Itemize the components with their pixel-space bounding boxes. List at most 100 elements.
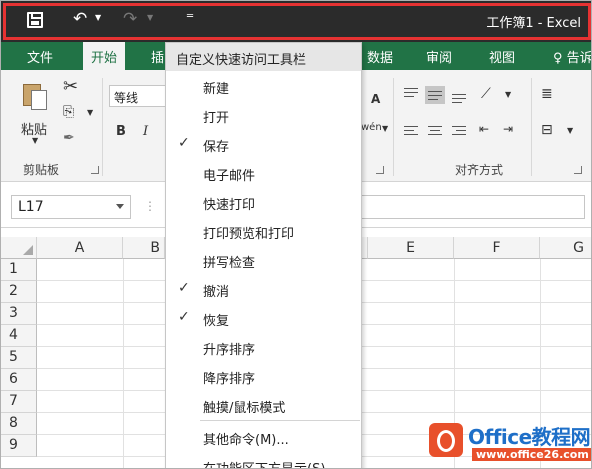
menu-item-show-below-ribbon[interactable]: 在功能区下方显示(S) xyxy=(166,452,361,468)
formula-bar-grip-icon[interactable]: ⋮ xyxy=(144,199,156,213)
font-launcher-icon[interactable] xyxy=(376,166,384,174)
column-header[interactable]: A xyxy=(37,237,123,259)
tab-view[interactable]: 视图 xyxy=(489,47,515,66)
copy-dropdown-icon[interactable]: ▼ xyxy=(87,108,93,117)
menu-item-more-commands[interactable]: 其他命令(M)... xyxy=(166,423,361,452)
tab-tell-me[interactable]: ♀ 告诉 xyxy=(553,47,592,66)
menu-item-label: 电子邮件 xyxy=(203,169,256,184)
row-header[interactable]: 9 xyxy=(1,435,37,457)
row-header[interactable]: 4 xyxy=(1,325,37,347)
menu-item-label: 新建 xyxy=(203,82,230,97)
row-header[interactable]: 1 xyxy=(1,259,37,281)
phonetic-dropdown-icon[interactable]: ▼ xyxy=(382,124,388,133)
menu-item-label: 在功能区下方显示(S) xyxy=(203,458,325,468)
tab-data[interactable]: 数据 xyxy=(367,47,393,66)
customize-qat-menu: 自定义快速访问工具栏 新建 打开 ✓ 保存 电子邮件 快速打印 打印预览和打印 拼… xyxy=(165,42,362,468)
tab-file[interactable]: 文件 xyxy=(27,47,53,66)
decrease-indent-icon[interactable]: ⇤ xyxy=(479,122,489,136)
column-header[interactable]: E xyxy=(368,237,454,259)
italic-button[interactable]: I xyxy=(143,124,148,139)
menu-item-print-preview[interactable]: 打印预览和打印 xyxy=(166,217,361,246)
menu-item-sort-descending[interactable]: 降序排序 xyxy=(166,362,361,391)
middle-align-icon[interactable] xyxy=(425,86,445,104)
menu-item-label: 拼写检查 xyxy=(203,256,256,271)
row-header[interactable]: 6 xyxy=(1,369,37,391)
menu-item-email[interactable]: 电子邮件 xyxy=(166,159,361,188)
cut-icon[interactable]: ✂ xyxy=(63,76,78,97)
column-header[interactable]: F xyxy=(454,237,540,259)
office-logo-icon xyxy=(429,423,463,457)
select-all-corner[interactable] xyxy=(1,237,37,259)
menu-item-label: 打印预览和打印 xyxy=(203,227,295,242)
menu-item-label: 打开 xyxy=(203,111,230,126)
tab-home[interactable]: 开始 xyxy=(83,42,126,70)
format-painter-icon[interactable]: ✒ xyxy=(63,130,75,146)
watermark-url: www.office26.com xyxy=(472,448,591,461)
increase-font-icon[interactable]: A xyxy=(371,92,380,106)
menu-item-label: 快速打印 xyxy=(203,198,256,213)
column-header[interactable]: B xyxy=(123,237,165,259)
wrap-text-icon[interactable]: ≣ xyxy=(541,86,553,102)
menu-item-sort-ascending[interactable]: 升序排序 xyxy=(166,333,361,362)
tell-me-label: 告诉 xyxy=(566,51,592,66)
menu-item-label: 恢复 xyxy=(203,314,230,329)
alignment-launcher-icon[interactable] xyxy=(574,166,582,174)
orientation-dropdown-icon[interactable]: ▼ xyxy=(505,90,511,99)
tab-review[interactable]: 审阅 xyxy=(426,47,452,66)
menu-item-quick-print[interactable]: 快速打印 xyxy=(166,188,361,217)
ribbon-separator xyxy=(393,78,394,176)
highlight-box xyxy=(3,3,591,40)
bottom-align-icon[interactable] xyxy=(449,86,469,104)
copy-icon[interactable]: ⎘ xyxy=(63,104,74,120)
increase-indent-icon[interactable]: ⇥ xyxy=(503,122,513,136)
menu-item-redo[interactable]: ✓ 恢复 xyxy=(166,304,361,333)
menu-item-save[interactable]: ✓ 保存 xyxy=(166,130,361,159)
alignment-group-label: 对齐方式 xyxy=(455,163,504,177)
menu-item-label: 升序排序 xyxy=(203,343,256,358)
excel-window: ↶ ▼ ↷ ▼ ═ 工作簿1 - Excel 文件 开始 插 数据 审阅 视图 … xyxy=(0,0,592,469)
top-align-icon[interactable] xyxy=(401,86,421,104)
menu-item-label: 保存 xyxy=(203,140,230,155)
ribbon-separator xyxy=(531,78,532,176)
chevron-down-icon[interactable] xyxy=(116,204,124,209)
align-left-icon[interactable] xyxy=(401,122,421,140)
row-header[interactable]: 7 xyxy=(1,391,37,413)
merge-dropdown-icon[interactable]: ▼ xyxy=(567,126,573,135)
menu-item-label: 降序排序 xyxy=(203,372,256,387)
menu-header: 自定义快速访问工具栏 xyxy=(166,43,361,71)
orientation-icon[interactable]: ⟋ xyxy=(481,86,491,102)
formula-input[interactable] xyxy=(359,195,585,219)
align-right-icon[interactable] xyxy=(449,122,469,140)
checkmark-icon: ✓ xyxy=(178,309,190,325)
menu-item-spelling[interactable]: 拼写检查 xyxy=(166,246,361,275)
align-center-icon[interactable] xyxy=(425,122,445,140)
ribbon-separator xyxy=(102,78,103,176)
font-name-combo[interactable]: 等线 xyxy=(109,85,167,107)
merge-center-icon[interactable]: ⊟ xyxy=(541,122,553,138)
paste-icon[interactable] xyxy=(23,80,49,110)
grid-line xyxy=(123,259,124,468)
menu-item-touch-mode[interactable]: 触摸/鼠标模式 xyxy=(166,391,361,420)
paste-dropdown-icon[interactable]: ▼ xyxy=(32,136,38,145)
menu-item-new[interactable]: 新建 xyxy=(166,72,361,101)
checkmark-icon: ✓ xyxy=(178,280,190,296)
watermark: Office教程网 www.office26.com xyxy=(426,419,591,468)
row-header[interactable]: 8 xyxy=(1,413,37,435)
name-box[interactable]: L17 xyxy=(11,195,131,219)
tab-insert[interactable]: 插 xyxy=(151,47,164,66)
bold-button[interactable]: B xyxy=(116,124,126,139)
lightbulb-icon: ♀ xyxy=(553,51,563,66)
checkmark-icon: ✓ xyxy=(178,135,190,151)
watermark-name: Office教程网 xyxy=(468,425,591,449)
phonetic-icon[interactable]: wén xyxy=(361,122,382,133)
row-header[interactable]: 3 xyxy=(1,303,37,325)
menu-item-label: 撤消 xyxy=(203,285,230,300)
menu-item-undo[interactable]: ✓ 撤消 xyxy=(166,275,361,304)
menu-item-open[interactable]: 打开 xyxy=(166,101,361,130)
row-header[interactable]: 5 xyxy=(1,347,37,369)
row-header[interactable]: 2 xyxy=(1,281,37,303)
column-header[interactable]: G xyxy=(540,237,591,259)
menu-separator xyxy=(200,420,360,421)
clipboard-launcher-icon[interactable] xyxy=(91,166,99,174)
name-box-value: L17 xyxy=(18,199,44,215)
